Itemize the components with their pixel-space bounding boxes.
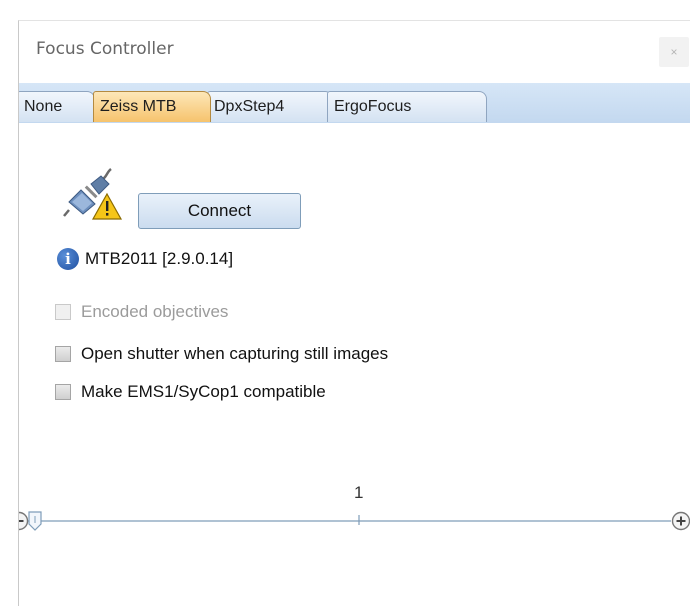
open-shutter-label[interactable]: Open shutter when capturing still images <box>81 344 388 364</box>
tab-dpxstep4[interactable]: DpxStep4 <box>207 91 333 122</box>
slider-track-graphic <box>27 515 671 525</box>
ems1-sycop1-option[interactable]: Make EMS1/SyCop1 compatible <box>55 379 326 405</box>
focus-controller-window: Focus Controller × None DpxStep4 ErgoFoc… <box>18 20 690 606</box>
close-button[interactable]: × <box>659 37 689 67</box>
ems1-sycop1-checkbox[interactable] <box>55 384 71 400</box>
encoded-objectives-option: Encoded objectives <box>55 299 228 325</box>
open-shutter-checkbox[interactable] <box>55 346 71 362</box>
plus-circle-icon[interactable] <box>671 511 690 531</box>
connect-button[interactable]: Connect <box>138 193 301 229</box>
version-text: MTB2011 [2.9.0.14] <box>85 249 234 268</box>
tab-none[interactable]: None <box>19 91 95 122</box>
encoded-objectives-checkbox <box>55 304 71 320</box>
tab-label: ErgoFocus <box>334 98 412 115</box>
open-shutter-option[interactable]: Open shutter when capturing still images <box>55 341 388 367</box>
title-bar[interactable]: Focus Controller × <box>19 21 690 83</box>
connect-button-label: Connect <box>187 201 252 220</box>
tab-label: Zeiss MTB <box>100 98 177 115</box>
ems1-sycop1-label[interactable]: Make EMS1/SyCop1 compatible <box>81 382 326 402</box>
close-icon: × <box>670 45 678 59</box>
encoded-objectives-label: Encoded objectives <box>81 302 229 321</box>
plug-warning-icon <box>63 168 123 220</box>
tab-ergofocus[interactable]: ErgoFocus <box>327 91 487 122</box>
tab-strip: None DpxStep4 ErgoFocus Zeiss MTB <box>19 83 690 124</box>
tab-label: None <box>24 98 63 115</box>
tab-zeiss-mtb[interactable]: Zeiss MTB <box>93 91 211 122</box>
focus-slider[interactable]: 1 <box>19 483 690 543</box>
info-icon: i <box>57 248 79 270</box>
window-title: Focus Controller <box>36 39 174 59</box>
zeiss-mtb-panel: Connect i MTB2011 [2.9.0.14] Encoded obj… <box>19 123 690 606</box>
tab-label: DpxStep4 <box>214 98 285 115</box>
version-info: i MTB2011 [2.9.0.14] <box>57 245 233 273</box>
slider-thumb-icon[interactable] <box>28 511 42 531</box>
